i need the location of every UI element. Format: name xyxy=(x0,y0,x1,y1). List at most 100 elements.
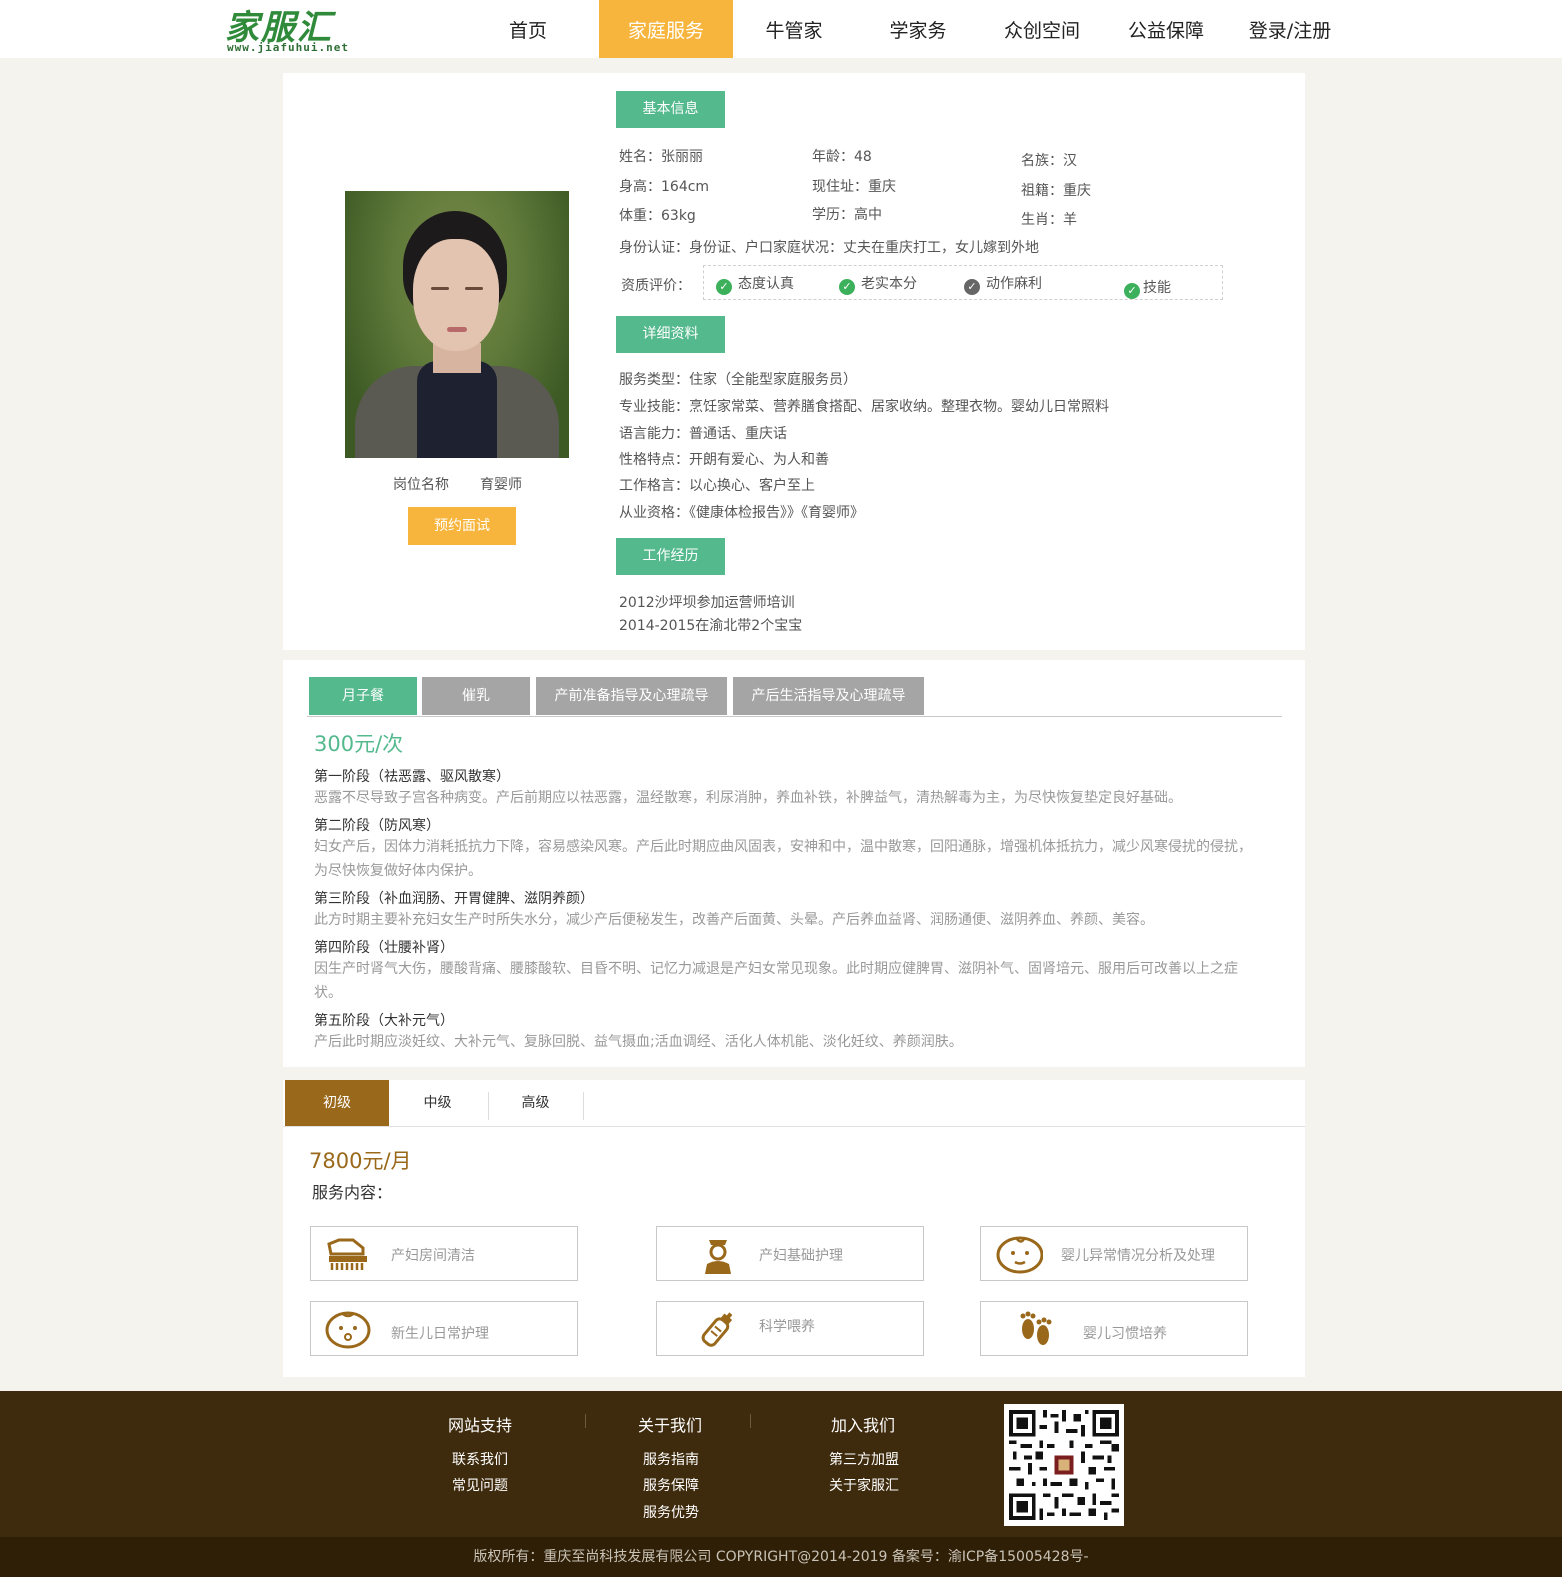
detail-qualification: 从业资格：《健康体检报告》》《育婴师》 xyxy=(619,505,864,521)
detail-skills: 专业技能：烹饪家常菜、营养膳食搭配、居家收纳。整理衣物。婴幼儿日常照料 xyxy=(619,399,1109,415)
stage-desc: 此方时期主要补充妇女生产时所失水分，减少产后便秘发生，改善产后面黄、头晕。产后养… xyxy=(314,912,1154,928)
nurse-icon xyxy=(705,1240,731,1274)
service-item[interactable]: 婴儿异常情况分析及处理 xyxy=(980,1226,1248,1281)
confinement-meal-card: 月子餐 催乳 产前准备指导及心理疏导 产后生活指导及心理疏导 300元/次 第一… xyxy=(283,660,1305,1067)
stage-title: 第二阶段（防风寒） xyxy=(314,818,440,834)
footer-link-guarantee[interactable]: 服务保障 xyxy=(643,1475,699,1495)
qr-code xyxy=(1004,1404,1124,1526)
service-label: 婴儿习惯培养 xyxy=(1083,1326,1167,1342)
service-item[interactable]: 科学喂养 xyxy=(656,1301,924,1356)
nav-public-welfare[interactable]: 公益保障 xyxy=(1104,0,1228,58)
check-icon: ✓ xyxy=(839,279,855,295)
detail-personality: 性格特点：开朗有爱心、为人和善 xyxy=(619,452,829,468)
stage-title: 第五阶段（大补元气） xyxy=(314,1013,454,1029)
stage-desc: 因生产时肾气大伤，腰酸背痛、腰膝酸软、目昏不明、记忆力减退是产妇女常见现象。此时… xyxy=(314,961,1238,1001)
nav-maker-space[interactable]: 众创空间 xyxy=(980,0,1104,58)
service-item[interactable]: 新生儿日常护理 xyxy=(310,1301,578,1356)
qualification-item: ✓ 态度认真 xyxy=(716,273,794,295)
qualification-label: 资质评价： xyxy=(621,278,691,294)
service-item[interactable]: 婴儿习惯培养 xyxy=(980,1301,1248,1356)
nav-home[interactable]: 首页 xyxy=(462,0,594,58)
section-work-history: 工作经历 xyxy=(616,538,725,575)
stage-desc: 恶露不尽导致子宫各种病变。产后前期应以祛恶露，温经散寒，利尿消肿，养血补铁，补脾… xyxy=(314,790,1182,806)
profile-photo xyxy=(345,191,569,458)
service-label: 产妇房间清洁 xyxy=(391,1248,475,1264)
section-basic-info: 基本信息 xyxy=(616,91,725,128)
stage-title: 第三阶段（补血润肠、开胃健脾、滋阴养颜） xyxy=(314,891,594,907)
copyright: 版权所有：重庆至尚科技发展有限公司 COPYRIGHT@2014-2019 备案… xyxy=(0,1537,1562,1577)
service-label: 科学喂养 xyxy=(759,1319,815,1335)
info-origin: 祖籍：重庆 xyxy=(1021,183,1091,199)
footer-link-contact[interactable]: 联系我们 xyxy=(452,1449,508,1469)
qualification-box: ✓ 态度认真 ✓ 老实本分 ✓ 动作麻利 ✓ 技能 xyxy=(703,265,1223,300)
site-logo[interactable]: 家服汇 www.jiafuhui.net xyxy=(225,4,360,54)
info-height: 身高：164cm xyxy=(619,179,710,195)
footer-column-title: 加入我们 xyxy=(831,1416,896,1435)
service-item[interactable]: 产妇基础护理 xyxy=(656,1226,924,1281)
brush-icon xyxy=(327,1238,367,1270)
check-icon: ✓ xyxy=(964,279,980,295)
stage-desc: 产后此时期应淡妊纹、大补元气、复脉回脱、益气摄血;活血调经、活化人体机能、淡化妊… xyxy=(314,1034,963,1050)
footer-column-title: 网站支持 xyxy=(448,1416,513,1435)
newborn-icon xyxy=(325,1311,371,1349)
service-content-label: 服务内容： xyxy=(312,1183,393,1202)
stage-title: 第四阶段（壮腰补肾） xyxy=(314,940,454,956)
section-details: 详细资料 xyxy=(616,316,725,353)
tab-confinement-meal[interactable]: 月子餐 xyxy=(309,677,417,715)
footer-link-franchise[interactable]: 第三方加盟 xyxy=(829,1449,899,1469)
info-zodiac: 生肖：羊 xyxy=(1021,212,1077,228)
nav-family-service[interactable]: 家庭服务 xyxy=(599,0,733,58)
info-education: 学历：高中 xyxy=(812,207,882,223)
footer-link-faq[interactable]: 常见问题 xyxy=(452,1475,508,1495)
tab-lactation[interactable]: 催乳 xyxy=(422,677,530,715)
service-item[interactable]: 产妇房间清洁 xyxy=(310,1226,578,1281)
qualification-item: ✓ 动作麻利 xyxy=(964,273,1042,295)
qualification-item: ✓ 老实本分 xyxy=(839,273,917,295)
tab-prenatal-guidance[interactable]: 产前准备指导及心理疏导 xyxy=(536,677,727,715)
tab-level-senior[interactable]: 高级 xyxy=(489,1080,582,1126)
detail-language: 语言能力：普通话、重庆话 xyxy=(619,426,787,442)
info-weight: 体重：63kg xyxy=(619,208,696,224)
check-icon: ✓ xyxy=(1124,283,1140,299)
book-interview-button[interactable]: 预约面试 xyxy=(408,507,516,545)
service-label: 婴儿异常情况分析及处理 xyxy=(1061,1248,1215,1264)
work-item: 2012沙坪坝参加运营师培训 xyxy=(619,595,795,611)
detail-service-type: 服务类型：住家（全能型家庭服务员） xyxy=(619,372,857,388)
info-address: 现住址：重庆 xyxy=(812,179,896,195)
info-ethnicity: 名族：汉 xyxy=(1021,153,1077,169)
nav-login-register[interactable]: 登录/注册 xyxy=(1228,0,1352,58)
info-identity: 身份认证：身份证、户口家庭状况：丈夫在重庆打工，女儿嫁到外地 xyxy=(619,240,1039,256)
logo-url: www.jiafuhui.net xyxy=(227,41,349,54)
tab-divider xyxy=(307,716,1282,717)
baby-face-icon xyxy=(996,1236,1043,1274)
footprint-icon xyxy=(1020,1311,1052,1345)
site-header: 家服汇 www.jiafuhui.net 首页 家庭服务 牛管家 学家务 众创空… xyxy=(0,0,1562,58)
footer-link-guide[interactable]: 服务指南 xyxy=(643,1449,699,1469)
profile-card: 岗位名称 育婴师 预约面试 基本信息 姓名：张丽丽 年龄：48 名族：汉 身高：… xyxy=(283,73,1305,650)
info-age: 年龄：48 xyxy=(812,149,872,165)
post-label: 岗位名称 xyxy=(393,477,449,493)
footer-link-advantage[interactable]: 服务优势 xyxy=(643,1502,699,1522)
check-icon: ✓ xyxy=(716,279,732,295)
meal-price: 300元/次 xyxy=(314,732,404,756)
tab-level-junior[interactable]: 初级 xyxy=(285,1080,389,1126)
post-value: 育婴师 xyxy=(480,477,522,493)
tab-level-intermediate[interactable]: 中级 xyxy=(389,1080,486,1126)
info-name: 姓名：张丽丽 xyxy=(619,149,703,165)
site-footer: 网站支持 关于我们 加入我们 联系我们 常见问题 服务指南 服务保障 服务优势 … xyxy=(0,1391,1562,1577)
service-label: 产妇基础护理 xyxy=(759,1248,843,1264)
footer-column-title: 关于我们 xyxy=(638,1416,703,1435)
level-price: 7800元/月 xyxy=(309,1149,412,1173)
detail-motto: 工作格言：以心换心、客户至上 xyxy=(619,478,815,494)
bottle-icon xyxy=(701,1312,733,1347)
service-label: 新生儿日常护理 xyxy=(391,1326,489,1342)
nav-learn-housework[interactable]: 学家务 xyxy=(856,0,980,58)
stage-desc: 妇女产后，因体力消耗抵抗力下降，容易感染风寒。产后此时期应曲风固表，安神和中，温… xyxy=(314,839,1252,879)
stage-title: 第一阶段（祛恶露、驱风散寒） xyxy=(314,769,510,785)
tab-postnatal-guidance[interactable]: 产后生活指导及心理疏导 xyxy=(733,677,924,715)
tab-divider xyxy=(283,1126,1305,1127)
footer-link-about[interactable]: 关于家服汇 xyxy=(829,1475,899,1495)
service-level-card: 初级 中级 高级 7800元/月 服务内容： 产妇房间清洁 产妇基础护理 婴儿异… xyxy=(283,1080,1305,1377)
work-item: 2014-2015在渝北带2个宝宝 xyxy=(619,618,803,634)
nav-butler[interactable]: 牛管家 xyxy=(732,0,856,58)
